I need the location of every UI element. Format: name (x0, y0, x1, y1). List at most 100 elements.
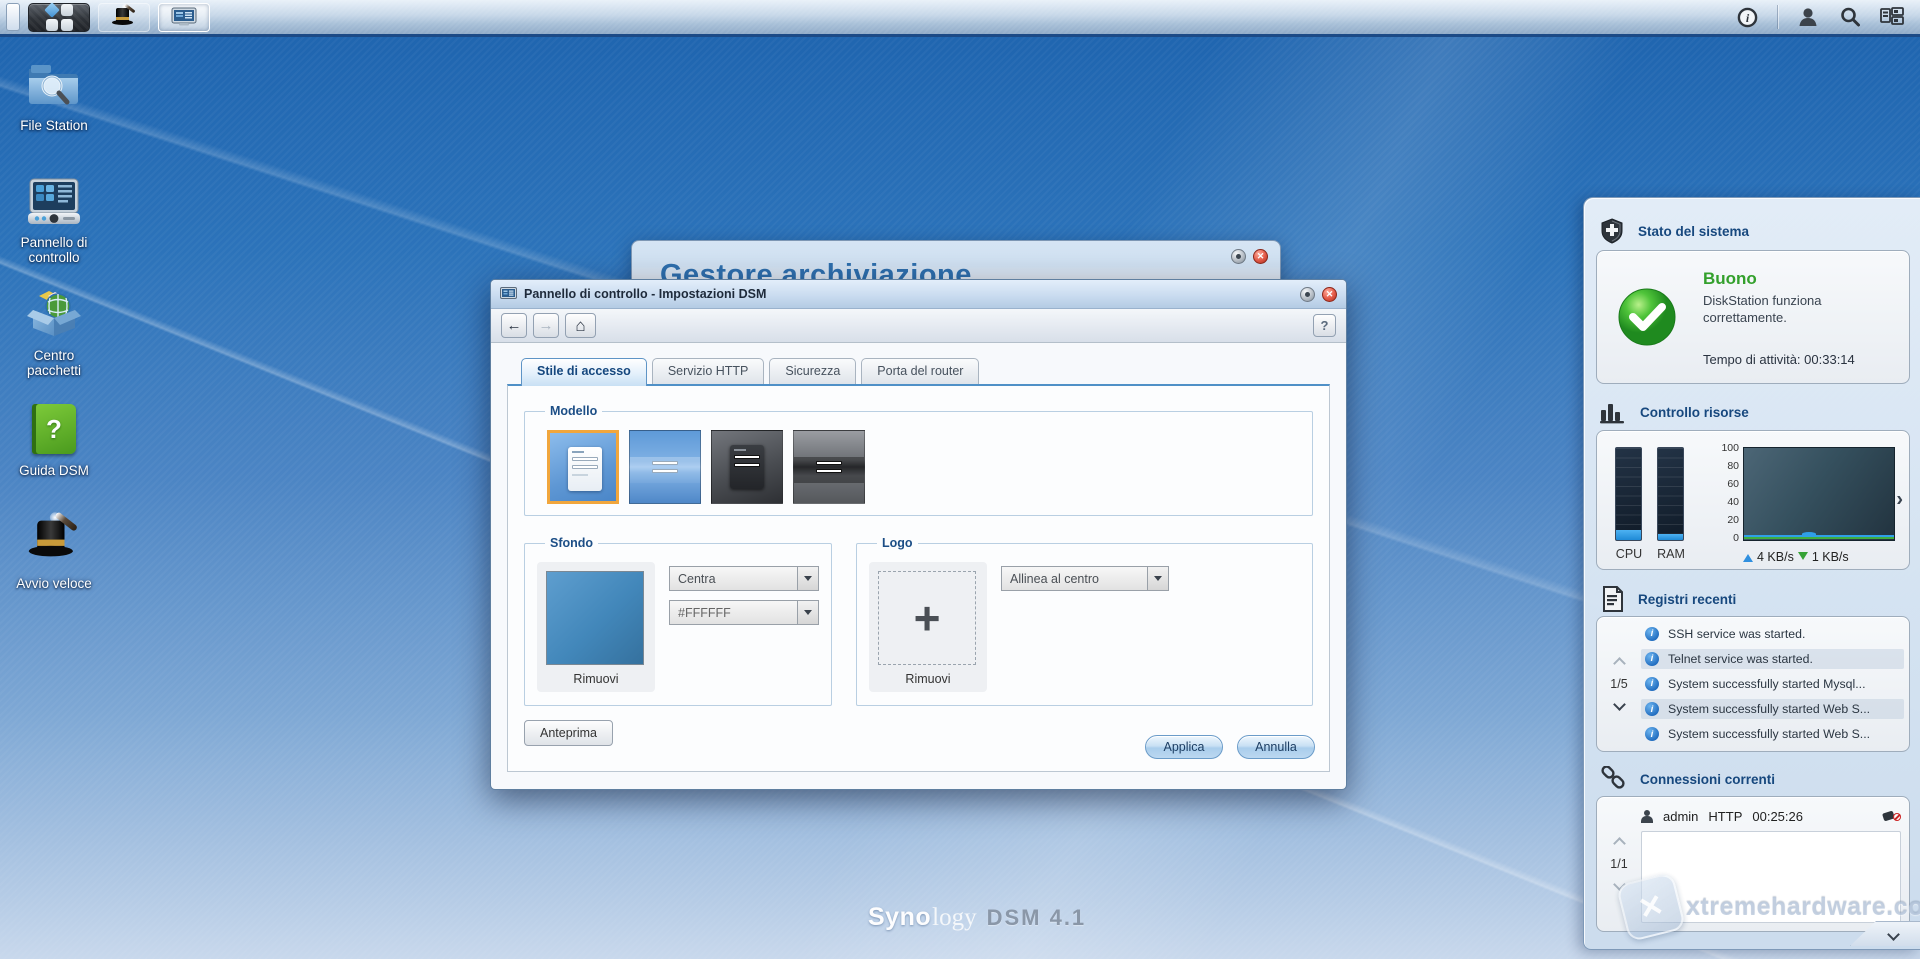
info-icon[interactable]: i (1735, 5, 1759, 29)
background-remove-button[interactable]: Rimuovi (546, 672, 646, 686)
template-thumbnail-blue-card[interactable] (547, 430, 619, 504)
cancel-button[interactable]: Annulla (1237, 735, 1315, 759)
download-rate: 1 KB/s (1812, 550, 1849, 564)
uptime-text: Tempo di attività: 00:33:14 (1703, 352, 1855, 367)
close-button[interactable]: ✕ (1253, 249, 1268, 264)
file-station-icon (8, 56, 100, 112)
dialog-close-button[interactable]: ✕ (1322, 287, 1337, 302)
dialog-titlebar[interactable]: Pannello di controllo - Impostazioni DSM… (491, 280, 1346, 309)
ram-gauge (1657, 447, 1684, 541)
main-menu-icon (46, 4, 73, 31)
desktop-icon-control-panel[interactable]: Pannello di controllo (8, 173, 100, 265)
recent-logs-header: Registri recenti (1600, 586, 1736, 612)
magic-hat-icon (111, 6, 137, 28)
connection-protocol: HTTP (1708, 809, 1742, 824)
desktop-icon-label: File Station (8, 118, 100, 133)
connections-card: 1/1 admin HTTP 00:25:26 (1596, 796, 1910, 932)
desktop-icon-file-station[interactable]: File Station (8, 56, 100, 133)
upload-rate: 4 KB/s (1757, 550, 1794, 564)
user-icon[interactable] (1796, 5, 1820, 29)
connection-time: 00:25:26 (1752, 809, 1803, 824)
dialog-help-button[interactable]: ? (1313, 314, 1336, 337)
background-legend: Sfondo (545, 536, 598, 550)
page-up-icon[interactable] (1613, 837, 1626, 850)
chevron-down-icon[interactable] (797, 567, 818, 590)
widget-title: Connessioni correnti (1640, 772, 1775, 787)
system-widget-panel: Stato del sistema Buono DiskStation funz… (1583, 197, 1920, 950)
cpu-gauge (1615, 447, 1642, 541)
log-row[interactable]: iTelnet service was started. (1641, 649, 1904, 669)
upload-arrow-icon (1743, 549, 1753, 562)
preview-button[interactable]: Anteprima (524, 720, 613, 746)
minimize-button[interactable] (1231, 249, 1246, 264)
disconnect-icon[interactable] (1883, 809, 1901, 823)
background-fieldset: Sfondo Rimuovi Centra (524, 536, 832, 706)
info-badge-icon: i (1645, 652, 1659, 666)
back-button[interactable]: ← (501, 313, 527, 338)
download-line (1744, 537, 1894, 539)
page-down-icon[interactable] (1613, 878, 1626, 891)
log-row[interactable]: iSystem successfully started Mysql... (1641, 674, 1904, 694)
connection-user: admin (1663, 809, 1698, 824)
template-thumbnail-dark-card[interactable] (711, 430, 783, 504)
log-row[interactable]: iSystem successfully started Web S... (1641, 699, 1904, 719)
show-desktop-button[interactable] (6, 3, 20, 31)
pilot-view-icon[interactable] (1880, 5, 1904, 29)
logo-align-select[interactable]: Allinea al centro (1001, 566, 1169, 591)
taskbar-control-panel-button[interactable] (158, 3, 210, 32)
dsm-help-icon: ? (8, 401, 100, 457)
cpu-label: CPU (1609, 547, 1649, 561)
logo-upload-box[interactable]: + (878, 571, 976, 665)
dialog-title: Pannello di controllo - Impostazioni DSM (524, 287, 766, 301)
forward-button[interactable]: → (533, 313, 559, 338)
tab-stile-di-accesso[interactable]: Stile di accesso (521, 358, 647, 386)
log-row[interactable]: iSystem successfully started Web S... (1641, 724, 1904, 744)
page-down-icon[interactable] (1613, 698, 1626, 711)
chevron-down-icon[interactable] (797, 601, 818, 624)
connection-row[interactable]: admin HTTP 00:25:26 (1641, 804, 1901, 828)
widget-title: Registri recenti (1638, 592, 1736, 607)
template-thumbnail-dark-band[interactable] (793, 430, 865, 504)
connections-page-indicator: 1/1 (1610, 857, 1627, 871)
chevron-down-icon[interactable] (1147, 567, 1168, 590)
info-badge-icon: i (1645, 627, 1659, 641)
control-panel-window-icon (171, 7, 197, 27)
desktop-icon-label: Pannello di controllo (8, 235, 100, 265)
tab-sicurezza[interactable]: Sicurezza (769, 358, 856, 384)
ram-label: RAM (1651, 547, 1691, 561)
home-button[interactable]: ⌂ (565, 313, 596, 338)
desktop-icon-dsm-help[interactable]: ? Guida DSM (8, 401, 100, 478)
main-menu-button[interactable] (28, 3, 90, 32)
desktop-icon-quick-start[interactable]: Avvio veloce (8, 514, 100, 591)
resource-monitor-card[interactable]: CPU RAM 100 80 60 40 20 0 4 KB/s 1 KB/s (1596, 430, 1910, 570)
tab-porta-del-router[interactable]: Porta del router (861, 358, 979, 384)
logs-page-indicator: 1/5 (1610, 677, 1627, 691)
system-status-header: Stato del sistema (1600, 218, 1749, 244)
desktop-icon-package-center[interactable]: Centro pacchetti (8, 286, 100, 378)
info-badge-icon: i (1645, 727, 1659, 741)
search-icon[interactable] (1838, 5, 1862, 29)
log-row[interactable]: iSSH service was started. (1641, 624, 1904, 644)
page-up-icon[interactable] (1613, 657, 1626, 670)
tab-servizio-http[interactable]: Servizio HTTP (652, 358, 765, 384)
widget-title: Controllo risorse (1640, 405, 1749, 420)
logo-remove-button[interactable]: Rimuovi (878, 672, 978, 686)
system-status-card: Buono DiskStation funziona correttamente… (1596, 250, 1910, 384)
dialog-minimize-button[interactable] (1300, 287, 1315, 302)
chain-link-icon (1600, 766, 1626, 792)
expand-chevron[interactable]: › (1896, 489, 1903, 512)
template-thumbnail-blue-band[interactable] (629, 430, 701, 504)
taskbar: i (0, 0, 1920, 37)
background-image-preview[interactable] (546, 571, 644, 665)
background-position-select[interactable]: Centra (669, 566, 819, 591)
control-panel-icon (8, 173, 100, 229)
cpu-gauge-fill (1616, 530, 1641, 540)
logs-pager: 1/5 (1597, 617, 1641, 751)
info-badge-icon: i (1645, 677, 1659, 691)
taskbar-quick-start-button[interactable] (98, 3, 150, 32)
background-color-select[interactable]: #FFFFFF (669, 600, 819, 625)
tab-bar: Stile di accesso Servizio HTTP Sicurezza… (521, 358, 1330, 384)
user-silhouette-icon (1641, 810, 1653, 823)
apply-button[interactable]: Applica (1145, 735, 1223, 759)
recent-logs-card: 1/5 iSSH service was started. iTelnet se… (1596, 616, 1910, 752)
